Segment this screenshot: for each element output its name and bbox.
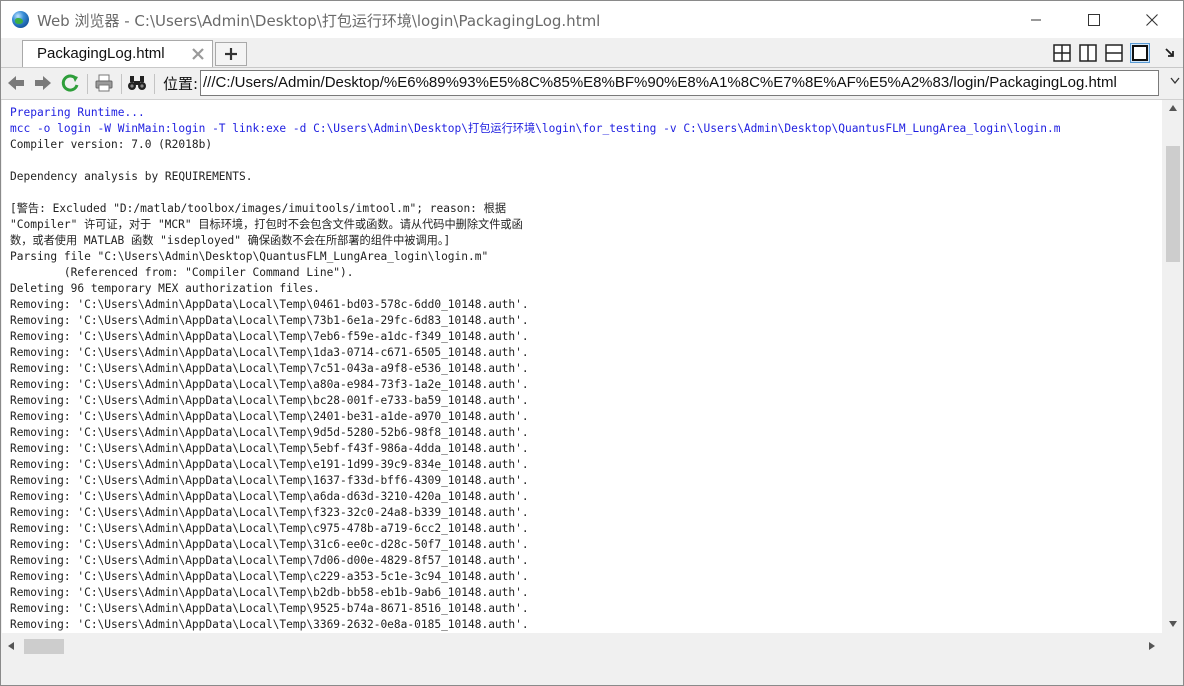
log-line: Dependency analysis by REQUIREMENTS. bbox=[10, 170, 253, 183]
log-line: Removing: 'C:\Users\Admin\AppData\Local\… bbox=[10, 410, 529, 423]
log-line: Removing: 'C:\Users\Admin\AppData\Local\… bbox=[10, 490, 529, 503]
log-line: Removing: 'C:\Users\Admin\AppData\Local\… bbox=[10, 602, 529, 615]
log-line: Deleting 96 temporary MEX authorization … bbox=[10, 282, 320, 295]
scroll-right-icon[interactable] bbox=[1149, 642, 1155, 650]
scroll-left-icon[interactable] bbox=[8, 642, 14, 650]
toolbar-separator bbox=[121, 74, 122, 94]
log-line: [警告: Excluded "D:/matlab/toolbox/images/… bbox=[10, 202, 507, 215]
undock-arrow-icon[interactable] bbox=[1163, 43, 1177, 63]
address-input[interactable] bbox=[203, 74, 1133, 91]
single-view-icon[interactable] bbox=[1130, 43, 1150, 63]
tile-grid-icon[interactable] bbox=[1052, 43, 1072, 63]
log-line: 数，或者使用 MATLAB 函数 "isdeployed" 确保函数不会在所部署… bbox=[10, 234, 451, 247]
close-icon bbox=[1146, 13, 1158, 26]
log-line: Removing: 'C:\Users\Admin\AppData\Local\… bbox=[10, 618, 529, 631]
horizontal-scrollbar[interactable] bbox=[2, 633, 1162, 660]
minimize-button[interactable] bbox=[1007, 1, 1065, 38]
log-line: Removing: 'C:\Users\Admin\AppData\Local\… bbox=[10, 346, 529, 359]
page-content: Preparing Runtime... mcc -o login -W Win… bbox=[2, 100, 1162, 633]
packaging-log: Preparing Runtime... mcc -o login -W Win… bbox=[10, 105, 1061, 633]
tile-vertical-icon[interactable] bbox=[1078, 43, 1098, 63]
back-arrow-icon[interactable] bbox=[6, 73, 26, 93]
log-line: Removing: 'C:\Users\Admin\AppData\Local\… bbox=[10, 506, 529, 519]
tile-horizontal-icon[interactable] bbox=[1104, 43, 1124, 63]
vertical-scroll-thumb[interactable] bbox=[1166, 146, 1180, 262]
status-bar bbox=[1, 660, 1183, 685]
toolbar-separator bbox=[87, 74, 88, 94]
scroll-up-icon[interactable] bbox=[1169, 105, 1177, 111]
close-button[interactable] bbox=[1123, 1, 1181, 38]
title-bar: Web 浏览器 - C:\Users\Admin\Desktop\打包运行环境\… bbox=[1, 1, 1183, 38]
tab-label: PackagingLog.html bbox=[37, 45, 165, 62]
window-title: Web 浏览器 - C:\Users\Admin\Desktop\打包运行环境\… bbox=[37, 12, 601, 30]
log-line: Removing: 'C:\Users\Admin\AppData\Local\… bbox=[10, 298, 529, 311]
log-line: Parsing file "C:\Users\Admin\Desktop\Qua… bbox=[10, 250, 489, 263]
log-line: Removing: 'C:\Users\Admin\AppData\Local\… bbox=[10, 426, 529, 439]
log-line: Removing: 'C:\Users\Admin\AppData\Local\… bbox=[10, 570, 529, 583]
log-line: "Compiler" 许可证，对于 "MCR" 目标环境，打包时不会包含文件或函… bbox=[10, 218, 523, 231]
toolbar-separator bbox=[154, 74, 155, 94]
log-line: Compiler version: 7.0 (R2018b) bbox=[10, 138, 213, 151]
log-line: Removing: 'C:\Users\Admin\AppData\Local\… bbox=[10, 378, 529, 391]
print-icon[interactable] bbox=[94, 73, 114, 93]
minimize-icon bbox=[1031, 19, 1041, 20]
address-bar[interactable] bbox=[200, 70, 1159, 96]
maximize-icon bbox=[1088, 13, 1100, 26]
log-line: Removing: 'C:\Users\Admin\AppData\Local\… bbox=[10, 586, 529, 599]
log-line: Removing: 'C:\Users\Admin\AppData\Local\… bbox=[10, 314, 529, 327]
location-label: 位置: bbox=[163, 75, 199, 93]
chevron-down-icon[interactable] bbox=[1170, 77, 1180, 85]
log-line: Removing: 'C:\Users\Admin\AppData\Local\… bbox=[10, 394, 529, 407]
tab-packaginglog[interactable]: PackagingLog.html bbox=[22, 40, 213, 67]
refresh-icon[interactable] bbox=[60, 73, 80, 93]
vertical-scrollbar[interactable] bbox=[1163, 100, 1183, 633]
nav-toolbar: 位置: bbox=[1, 68, 1183, 100]
log-line: Removing: 'C:\Users\Admin\AppData\Local\… bbox=[10, 538, 529, 551]
log-line: Removing: 'C:\Users\Admin\AppData\Local\… bbox=[10, 554, 529, 567]
globe-icon bbox=[12, 11, 29, 28]
maximize-button[interactable] bbox=[1065, 1, 1123, 38]
scroll-down-icon[interactable] bbox=[1169, 621, 1177, 627]
tab-strip: PackagingLog.html bbox=[1, 38, 1183, 68]
horizontal-scroll-thumb[interactable] bbox=[24, 639, 64, 654]
tab-close-icon[interactable] bbox=[191, 47, 205, 61]
log-line: (Referenced from: "Compiler Command Line… bbox=[10, 266, 354, 279]
log-line: mcc -o login -W WinMain:login -T link:ex… bbox=[10, 122, 1061, 135]
log-line: Preparing Runtime... bbox=[10, 106, 145, 119]
log-line: Removing: 'C:\Users\Admin\AppData\Local\… bbox=[10, 362, 529, 375]
log-line: Removing: 'C:\Users\Admin\AppData\Local\… bbox=[10, 458, 529, 471]
forward-arrow-icon[interactable] bbox=[33, 73, 53, 93]
log-line: Removing: 'C:\Users\Admin\AppData\Local\… bbox=[10, 522, 529, 535]
binoculars-icon[interactable] bbox=[127, 73, 147, 93]
plus-icon bbox=[225, 48, 237, 60]
log-line: Removing: 'C:\Users\Admin\AppData\Local\… bbox=[10, 474, 529, 487]
new-tab-button[interactable] bbox=[215, 42, 247, 66]
log-line: Removing: 'C:\Users\Admin\AppData\Local\… bbox=[10, 330, 529, 343]
browser-window: Web 浏览器 - C:\Users\Admin\Desktop\打包运行环境\… bbox=[0, 0, 1184, 686]
log-line: Removing: 'C:\Users\Admin\AppData\Local\… bbox=[10, 442, 529, 455]
